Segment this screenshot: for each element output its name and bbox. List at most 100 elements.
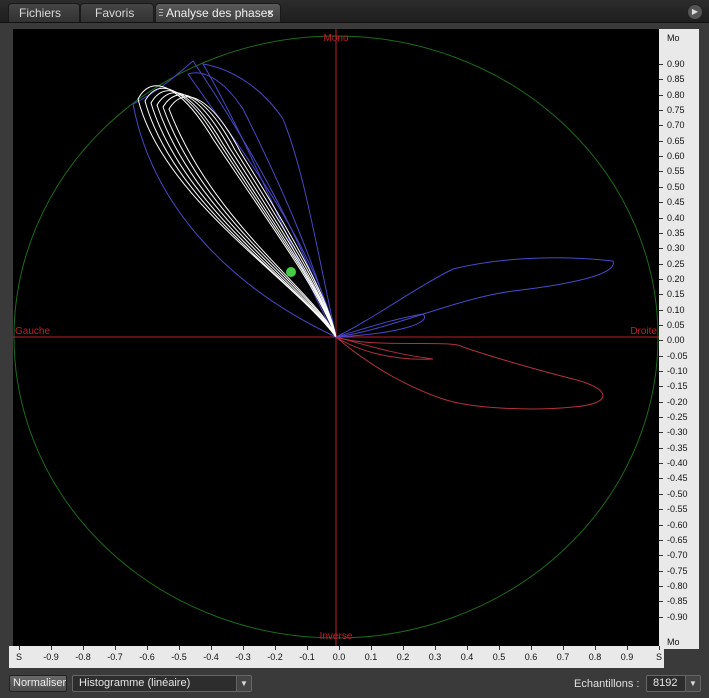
scale-tick-label: -0.80 [667,580,688,591]
scale-tick [659,570,663,572]
scale-tick-label: 0.80 [667,89,685,100]
scale-tick [659,509,663,511]
scale-tick-label: -0.15 [667,381,688,392]
scale-tick [659,463,663,465]
balance-tick-label: -0.7 [107,652,123,662]
mono-label: Mono [323,33,349,44]
balance-tick-label: -0.6 [139,652,155,662]
normalize-button[interactable]: Normaliser [9,675,67,692]
balance-tick [275,646,276,650]
balance-tick-label: -0.1 [299,652,315,662]
balance-tick-label: 0.2 [396,652,410,662]
balance-tick-label: -0.2 [267,652,283,662]
scale-tick-label: 0.40 [667,212,685,223]
amplitude-scale: Mo Mo 0.90 0.85 0.80 0.75 0.70 0.65 0.60 0.55 0.… [659,29,699,649]
phase-scope-svg [13,29,659,646]
balance-tick [243,646,244,650]
scale-tick-label: 0.25 [667,258,685,269]
scale-tick-label: -0.50 [667,488,688,499]
balance-tick [467,646,468,650]
scale-tick-label: 0.55 [667,166,685,177]
scale-tick-label: -0.85 [667,596,688,607]
balance-tick-label: -0.9 [43,652,59,662]
scale-tick [659,539,663,541]
gauche-label: Gauche [15,326,51,337]
tab-label: Favoris [95,6,135,20]
scale-tick-label: -0.70 [667,550,688,561]
chevron-down-icon[interactable]: ▼ [685,676,700,691]
scale-tick [659,202,663,204]
balance-tick [147,646,148,650]
scale-tick-label: -0.75 [667,565,688,576]
balance-tick [307,646,308,650]
samples-select[interactable]: 8192 ▼ [646,675,701,692]
scale-tick-label: 0.75 [667,105,685,116]
tab-fichiers[interactable]: Fichiers [8,3,80,22]
balance-tick [115,646,116,650]
panel-tab-bar: Fichiers Favoris Analyse des phases × ▶ [0,0,709,23]
display-mode-value: Histogramme (linéaire) [79,677,191,689]
scale-tick-label: -0.55 [667,504,688,515]
scale-tick [659,94,663,96]
balance-tick [659,646,660,650]
scale-tick [659,493,663,495]
phase-analysis-plot: Mono Inverse Gauche Droite [13,29,659,646]
balance-tick [179,646,180,650]
scale-tick [659,248,663,250]
scale-tick [659,371,663,372]
drag-grip-icon[interactable] [159,9,163,18]
play-circle-icon[interactable]: ▶ [687,4,703,20]
right-lower-trace [335,336,604,410]
balance-scale: S -0.9 -0.8 -0.7 -0.6 -0.5 -0.4 -0.3 -0.2 -0.1 0.0… [9,646,664,668]
scale-tick [659,64,663,65]
scale-tick [659,125,663,127]
balance-tick [51,646,52,650]
scale-tick [659,585,663,587]
scale-tick-label: -0.45 [667,473,688,484]
balance-tick [435,646,436,650]
balance-tick [627,646,628,650]
balance-tick-label: -0.4 [203,652,219,662]
scale-tick-label: 0.90 [667,59,685,69]
balance-tick-label: 0.1 [364,652,378,662]
scale-tick [659,232,663,234]
tab-favoris[interactable]: Favoris [80,3,154,22]
scale-tick [659,294,663,296]
balance-tick [595,646,596,650]
scale-tick-label: -0.05 [667,350,688,361]
scale-tick-label: 0.05 [667,319,685,330]
scale-tick-label: -0.90 [667,611,688,622]
tab-label: Analyse des phases [166,6,274,20]
close-icon[interactable]: × [267,4,274,22]
scale-tick-label: 0.15 [667,289,685,300]
display-mode-select[interactable]: Histogramme (linéaire) ▼ [72,675,252,692]
scale-tick [659,601,663,603]
samples-value: 8192 [653,677,678,689]
droite-label: Droite [630,326,657,337]
balance-tick-label: 0.6 [524,652,538,662]
scale-tick-label: -0.40 [667,458,688,469]
scale-tick [659,524,663,526]
scale-tick-label: 0.35 [667,227,685,238]
balance-tick-label: -0.8 [75,652,91,662]
balance-tick [211,646,212,650]
scale-tick [659,324,663,326]
scale-tick [659,616,663,618]
scale-tick-label: 0.60 [667,151,685,162]
scale-top-label: Mo [667,33,680,43]
scale-tick-label: -0.60 [667,519,688,530]
scale-tick [659,110,663,112]
samples-label: Echantillons : [574,678,640,690]
balance-tick [19,646,20,650]
scale-tick-label: -0.35 [667,442,688,453]
scale-tick [659,171,663,173]
balance-tick [339,646,340,650]
scale-tick [659,79,663,81]
right-upper-trace [335,257,614,338]
balance-tick-label: 0.4 [460,652,474,662]
scale-tick [659,263,663,265]
tab-analyse-des-phases[interactable]: Analyse des phases × [155,3,281,22]
chevron-down-icon[interactable]: ▼ [236,676,251,691]
scale-bottom-label: Mo [667,637,680,647]
scale-tick [659,217,663,219]
